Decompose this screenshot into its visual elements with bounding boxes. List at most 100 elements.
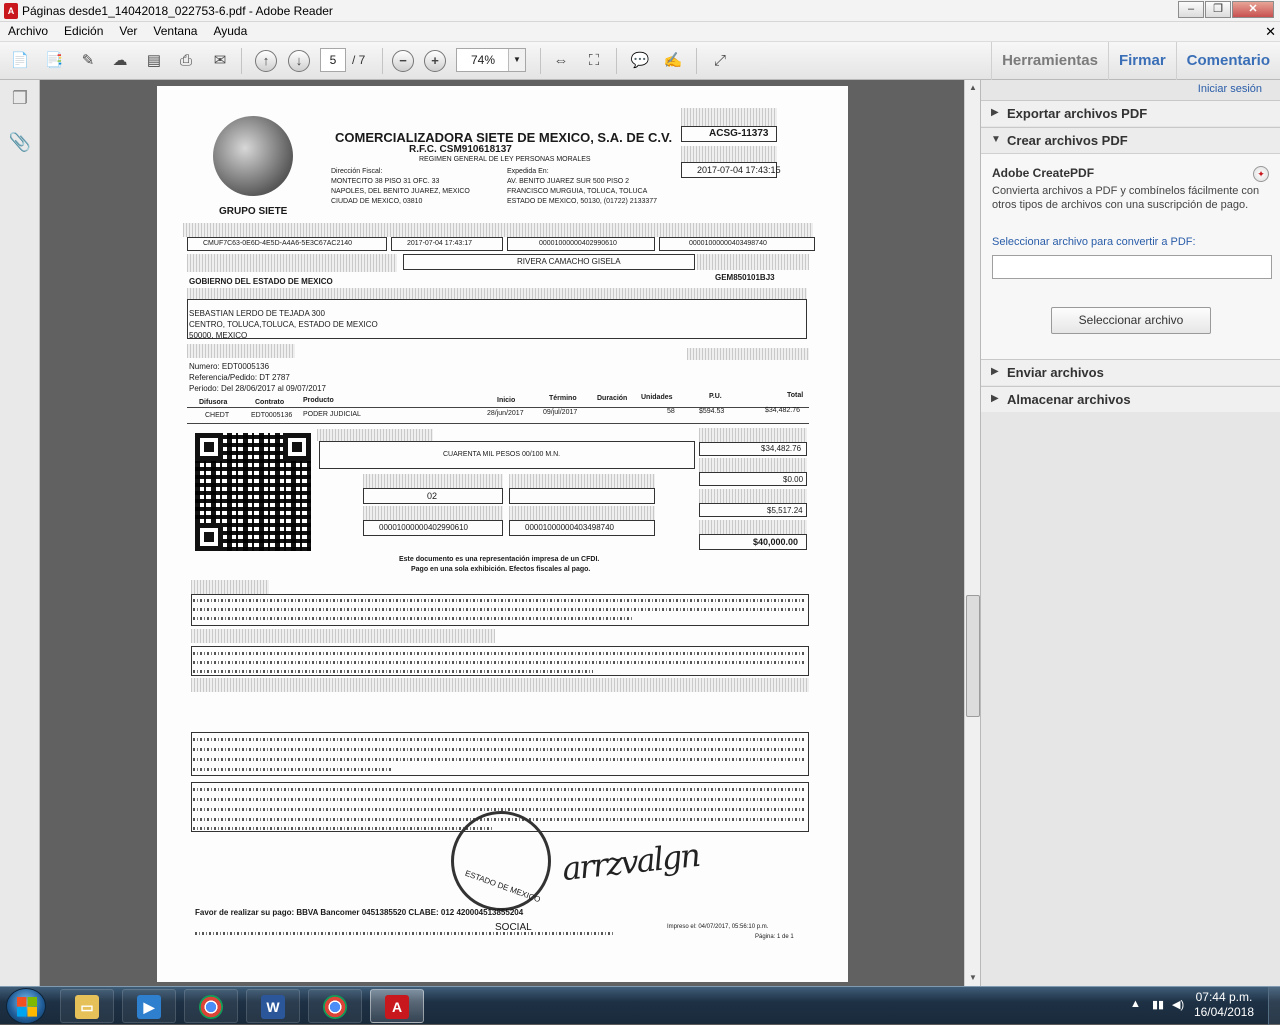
clock-time: 07:44 p.m. xyxy=(1195,990,1253,1004)
chrome-icon xyxy=(323,995,347,1019)
sign-in-link[interactable]: Iniciar sesión xyxy=(1198,83,1262,95)
fit-page-icon[interactable]: ⛶ xyxy=(582,50,606,72)
comment-link[interactable]: Comentario xyxy=(1175,42,1280,80)
zoom-out-icon[interactable]: − xyxy=(392,50,414,72)
amount-in-words: CUARENTA MIL PESOS 00/100 M.N. xyxy=(443,451,561,458)
row-difusora: CHEDT xyxy=(205,412,230,419)
zoom-in-icon[interactable]: + xyxy=(424,50,446,72)
expedida-line: ESTADO DE MEXICO, 50130, (01722) 2133377 xyxy=(507,198,658,205)
store-files-section[interactable]: ▶ Almacenar archivos xyxy=(981,386,1280,412)
menu-ver[interactable]: Ver xyxy=(111,22,145,41)
send-files-section[interactable]: ▶ Enviar archivos xyxy=(981,359,1280,385)
cert-sat: 00001000000403498740 xyxy=(689,240,767,247)
restore-button[interactable]: ❐ xyxy=(1205,1,1231,18)
close-button[interactable]: ✕ xyxy=(1232,1,1274,18)
folder-icon: ▭ xyxy=(75,995,99,1019)
navigation-pane: ❐ 📎 xyxy=(0,80,40,986)
previous-page-icon[interactable]: ↑ xyxy=(255,50,277,72)
sticky-note-icon[interactable]: 💬 xyxy=(628,50,652,72)
menu-ventana[interactable]: Ventana xyxy=(145,22,205,41)
create-pdf-body: Adobe CreatePDF ✦ Convierta archivos a P… xyxy=(981,153,1280,361)
create-pdf-icon[interactable]: 📄 xyxy=(8,50,32,72)
referencia: Referencia/Pedido: DT 2787 xyxy=(189,373,290,382)
scroll-up-icon[interactable]: ▲ xyxy=(965,80,981,96)
select-file-label: Seleccionar archivo para convertir a PDF… xyxy=(992,236,1196,248)
chevron-right-icon: ▶ xyxy=(991,107,999,118)
taskbar-explorer[interactable]: ▭ xyxy=(60,989,114,1023)
col-duracion: Duración xyxy=(597,395,628,402)
cert-sat-2: 00001000000403498740 xyxy=(525,523,614,532)
fit-width-icon[interactable]: ⇔ xyxy=(549,50,573,72)
fiscal-line: CIUDAD DE MEXICO, 03810 xyxy=(331,198,423,205)
word-icon: W xyxy=(261,995,285,1019)
read-mode-icon[interactable]: ⤢ xyxy=(708,50,732,72)
document-viewer[interactable]: GRUPO SIETE COMERCIALIZADORA SIETE DE ME… xyxy=(40,80,964,986)
createpdf-description: Convierta archivos a PDF y combínelos fá… xyxy=(992,185,1260,211)
window-title: Páginas desde1_14042018_022753-6.pdf - A… xyxy=(22,4,333,18)
iva: $5,517.24 xyxy=(767,506,803,515)
next-page-icon[interactable]: ↓ xyxy=(288,50,310,72)
menu-edicion[interactable]: Edición xyxy=(56,22,111,41)
page-thumbnails-icon[interactable]: ❐ xyxy=(8,88,32,112)
chevron-right-icon: ▶ xyxy=(991,366,999,377)
network-icon[interactable]: ▮▮ xyxy=(1152,998,1164,1011)
menu-archivo[interactable]: Archivo xyxy=(0,22,56,41)
expedida-label: Expedida En: xyxy=(507,168,549,175)
chevron-down-icon[interactable]: ▼ xyxy=(508,49,525,71)
edit-icon[interactable]: ✎ xyxy=(76,50,100,72)
taskbar-chrome[interactable] xyxy=(184,989,238,1023)
expedida-line: FRANCISCO MURGUIA, TOLUCA, TOLUCA xyxy=(507,188,648,195)
tools-link[interactable]: Herramientas xyxy=(991,42,1108,80)
folio-date: 2017-07-04 17:43:15 xyxy=(697,165,781,175)
scrollbar-thumb[interactable] xyxy=(966,595,980,717)
show-hidden-icons[interactable]: ▲ xyxy=(1130,998,1141,1010)
close-document-icon[interactable]: ✕ xyxy=(1265,24,1276,40)
scroll-down-icon[interactable]: ▼ xyxy=(965,970,981,986)
sign-link[interactable]: Firmar xyxy=(1107,42,1176,80)
taskbar-word[interactable]: W xyxy=(246,989,300,1023)
zoom-select[interactable]: 74% ▼ xyxy=(456,48,526,72)
show-desktop-button[interactable] xyxy=(1268,987,1280,1025)
pdf-page: GRUPO SIETE COMERCIALIZADORA SIETE DE ME… xyxy=(157,86,848,982)
select-file-button[interactable]: Seleccionar archivo xyxy=(1051,307,1211,334)
attachments-icon[interactable]: 📎 xyxy=(8,132,32,156)
expedida-line: AV. BENITO JUAREZ SUR 500 PISO 2 xyxy=(507,178,630,185)
taskbar-chrome-2[interactable] xyxy=(308,989,362,1023)
file-path-input[interactable] xyxy=(992,255,1272,279)
chevron-right-icon: ▶ xyxy=(991,393,999,404)
client-name: GOBIERNO DEL ESTADO DE MEXICO xyxy=(189,277,333,286)
create-pdf-section[interactable]: ▼ Crear archivos PDF xyxy=(981,127,1280,153)
highlight-icon[interactable]: ✍ xyxy=(661,50,685,72)
print-icon[interactable]: ⎙ xyxy=(174,50,198,72)
folio: ACSG-11373 xyxy=(709,128,769,139)
taskbar-adobe-reader[interactable]: A xyxy=(370,989,424,1023)
start-button[interactable] xyxy=(6,988,46,1024)
adobe-reader-icon: A xyxy=(4,3,18,19)
section-title: Enviar archivos xyxy=(1007,365,1104,380)
chrome-icon xyxy=(199,995,223,1019)
payment-note: Pago en una sola exhibición. Efectos fis… xyxy=(411,566,591,573)
section-title: Almacenar archivos xyxy=(1007,392,1131,407)
cfdi-note: Este documento es una representación imp… xyxy=(399,556,600,563)
task-pane: Iniciar sesión ▶ Exportar archivos PDF ▼… xyxy=(980,80,1280,986)
email-icon[interactable]: ✉ xyxy=(208,50,232,72)
logo-caption: GRUPO SIETE xyxy=(219,206,288,217)
createpdf-heading: Adobe CreatePDF xyxy=(992,166,1095,180)
taskbar-media-player[interactable]: ▶ xyxy=(122,989,176,1023)
col-difusora: Difusora xyxy=(199,399,228,406)
upload-cloud-icon[interactable]: ☁ xyxy=(108,50,132,72)
menu-bar: Archivo Edición Ver Ventana Ayuda ✕ xyxy=(0,22,1280,42)
vertical-scrollbar[interactable]: ▲ ▼ xyxy=(964,80,980,986)
export-pdf-section[interactable]: ▶ Exportar archivos PDF xyxy=(981,100,1280,126)
clock[interactable]: 07:44 p.m. 16/04/2018 xyxy=(1194,990,1254,1020)
adobe-reader-window: A Páginas desde1_14042018_022753-6.pdf -… xyxy=(0,0,1280,1025)
menu-ayuda[interactable]: Ayuda xyxy=(205,22,255,41)
page-number-input[interactable]: 5 xyxy=(320,48,346,72)
client-rfc: GEM850101BJ3 xyxy=(715,273,775,282)
volume-icon[interactable]: ◀) xyxy=(1172,998,1184,1011)
qr-code xyxy=(195,433,311,551)
cert-emisor: 00001000000402990610 xyxy=(539,240,617,247)
minimize-button[interactable]: – xyxy=(1178,1,1204,18)
combine-files-icon[interactable]: 📑 xyxy=(42,50,66,72)
save-icon[interactable]: ▤ xyxy=(142,50,166,72)
